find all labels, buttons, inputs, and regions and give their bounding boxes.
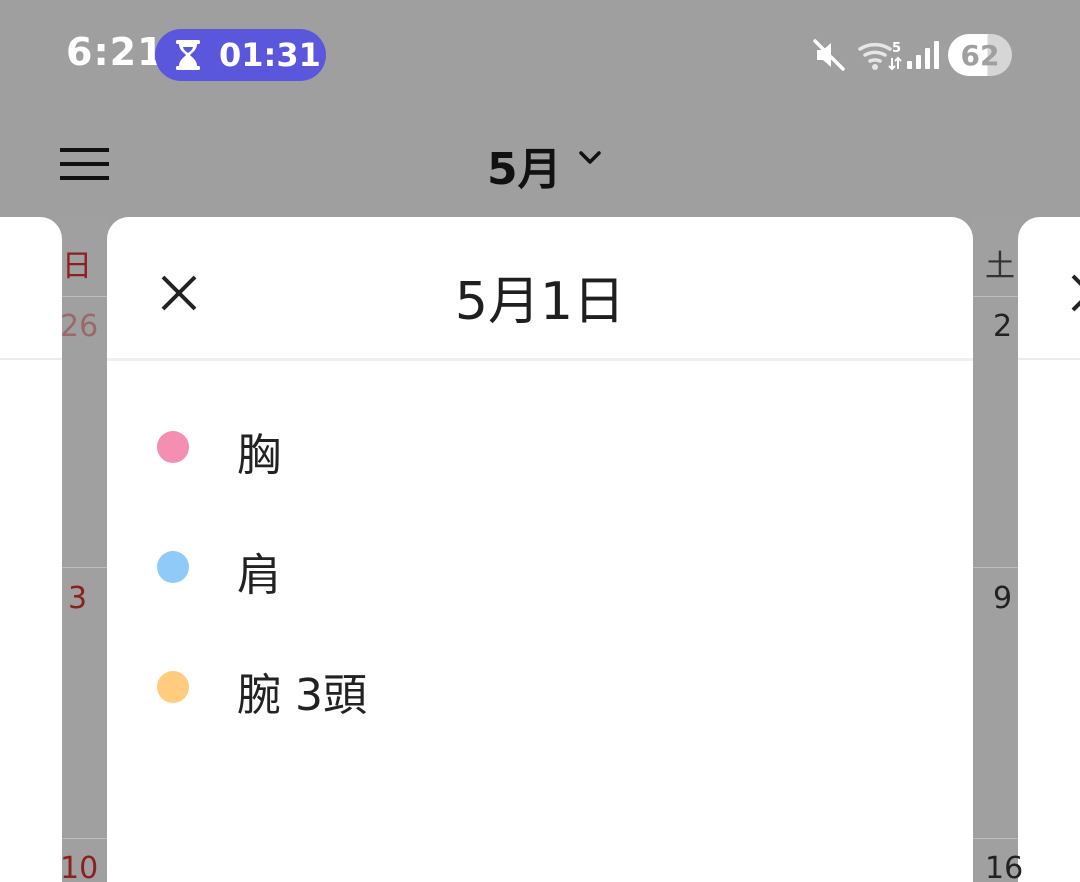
previous-day-card[interactable]: [0, 217, 62, 882]
calendar-date-cell[interactable]: 9: [993, 581, 1012, 616]
close-icon: [1070, 273, 1080, 317]
month-selector[interactable]: 5月: [487, 133, 562, 197]
calendar-date-cell[interactable]: 2: [993, 309, 1012, 344]
event-item[interactable]: 肩: [107, 517, 973, 617]
day-detail-sheet: 5月1日 胸 肩 腕 3頭: [107, 217, 973, 882]
status-time: 6:21: [66, 30, 165, 74]
hourglass-icon: [175, 39, 201, 71]
calendar-row-line: [973, 567, 1018, 568]
calendar-date-cell[interactable]: 3: [68, 581, 87, 616]
svg-text:5: 5: [892, 41, 901, 56]
chevron-down-icon[interactable]: [578, 150, 602, 170]
calendar-row-line: [62, 567, 107, 568]
wifi-icon: 5: [858, 38, 902, 76]
event-item[interactable]: 腕 3頭: [107, 637, 973, 737]
event-color-dot: [157, 551, 189, 583]
calendar-date-cell[interactable]: 10: [60, 851, 98, 882]
calendar-row-line: [62, 838, 107, 839]
event-label: 腕 3頭: [237, 670, 367, 721]
timer-value: 01:31: [219, 36, 321, 74]
mute-icon: [812, 38, 846, 76]
calendar-date-cell[interactable]: 16: [985, 851, 1023, 882]
battery-level: 62: [960, 38, 1000, 72]
divider: [0, 358, 62, 360]
battery-indicator: 62: [948, 34, 1012, 76]
calendar-column-sunday: 日 26 3 10: [60, 217, 107, 882]
event-color-dot: [157, 431, 189, 463]
event-label: 胸: [237, 430, 281, 481]
event-color-dot: [157, 671, 189, 703]
sheet-date-title: 5月1日: [454, 272, 626, 332]
weekday-label-sunday: 日: [62, 249, 92, 284]
calendar-row-line: [62, 296, 107, 297]
menu-icon[interactable]: [60, 146, 110, 186]
weekday-label-saturday: 土: [985, 249, 1015, 284]
calendar-row-line: [973, 296, 1018, 297]
calendar-column-saturday: 土 2 9 16: [973, 217, 1023, 882]
event-label: 肩: [237, 550, 281, 601]
calendar-row-line: [973, 838, 1018, 839]
signal-icon: [906, 40, 940, 74]
event-item[interactable]: 胸: [107, 397, 973, 497]
calendar-date-cell[interactable]: 26: [60, 309, 98, 344]
calendar-app-screen: 6:21 01:31 5 62 5月 日 26 3 10 土 2 9 16 5月…: [0, 0, 1080, 882]
timer-chip[interactable]: 01:31: [155, 29, 326, 81]
divider: [107, 358, 973, 361]
next-day-card[interactable]: [1018, 217, 1080, 882]
divider: [1018, 358, 1080, 360]
